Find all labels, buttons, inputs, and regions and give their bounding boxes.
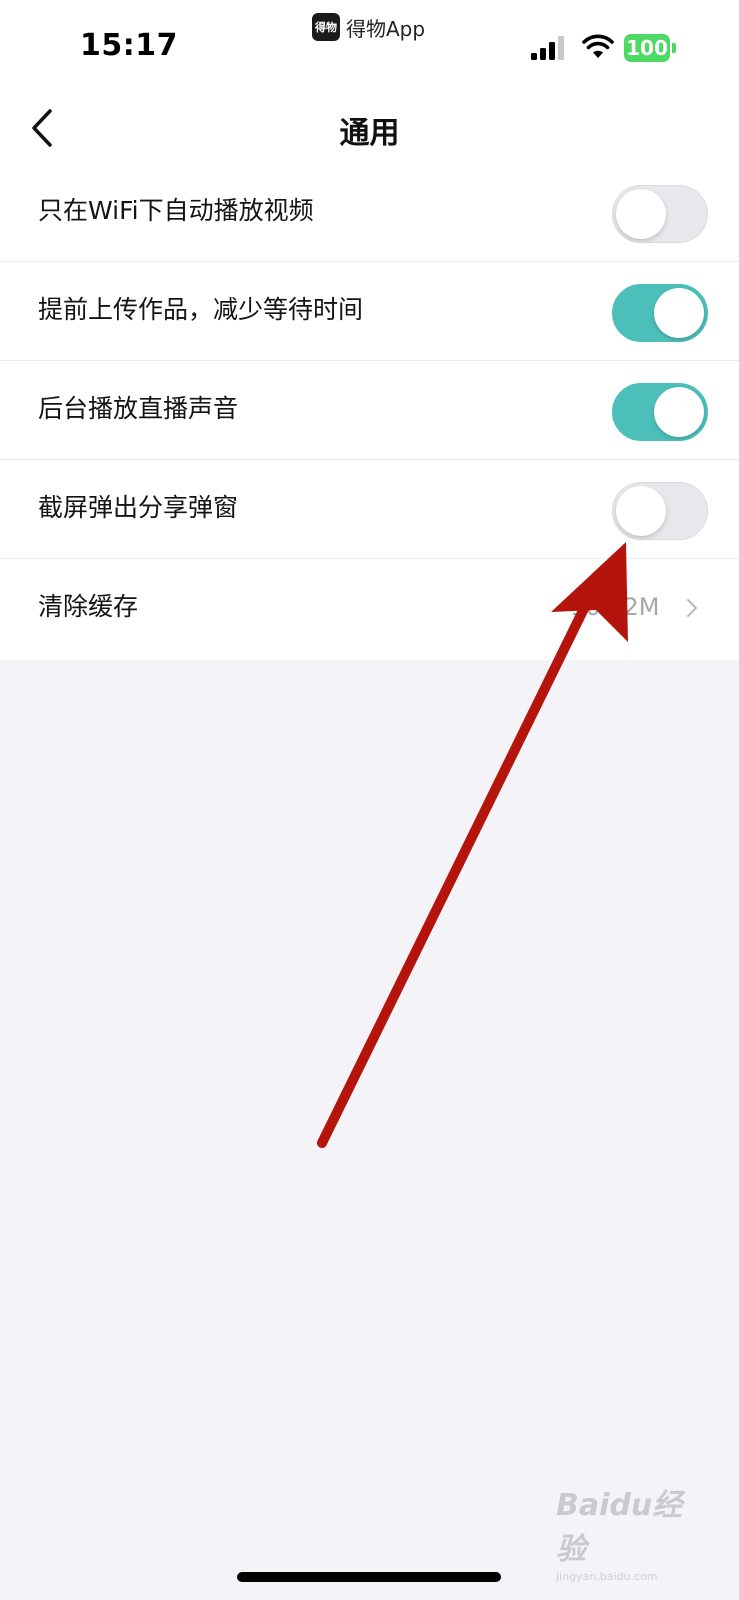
setting-row-pre-upload: 提前上传作品，减少等待时间 [0, 262, 739, 361]
battery-tip [672, 43, 676, 53]
battery-indicator: 100 [624, 34, 678, 62]
toggle-knob [616, 486, 666, 536]
toggle-knob [654, 387, 704, 437]
settings-list: 只在WiFi下自动播放视频 提前上传作品，减少等待时间 后台播放直播声音 截屏弹… [0, 163, 739, 657]
setting-label: 后台播放直播声音 [38, 394, 239, 423]
setting-row-wifi-autoplay: 只在WiFi下自动播放视频 [0, 163, 739, 262]
home-indicator [237, 1572, 501, 1582]
page-title: 通用 [339, 116, 400, 151]
wifi-icon [582, 34, 614, 58]
battery-level: 100 [624, 34, 670, 62]
cache-size-value: 10.12M [570, 593, 660, 621]
watermark-site: jingyan.baidu.com [556, 1570, 658, 1583]
setting-label: 只在WiFi下自动播放视频 [38, 196, 314, 225]
status-time: 15:17 [80, 28, 178, 63]
baidu-watermark: Baidu经验 jingyan.baidu.com [556, 1480, 706, 1583]
pre-upload-toggle[interactable] [612, 284, 708, 342]
setting-row-screenshot-share: 截屏弹出分享弹窗 [0, 460, 739, 559]
wifi-autoplay-toggle[interactable] [612, 185, 708, 243]
screenshot-share-toggle[interactable] [612, 482, 708, 540]
toggle-knob [616, 189, 666, 239]
setting-label: 截屏弹出分享弹窗 [38, 493, 239, 522]
watermark-brand: Baidu经验 [556, 1488, 683, 1567]
content-panel: 15:17 得物 得物App 100 通用 只在WiFi下自动播放视频 提前上传… [0, 0, 739, 660]
app-name: 得物App [346, 16, 426, 41]
setting-row-clear-cache[interactable]: 清除缓存 10.12M [0, 559, 739, 657]
toggle-knob [654, 288, 704, 338]
setting-label: 清除缓存 [38, 592, 139, 621]
app-logo-icon: 得物 [312, 13, 340, 41]
chevron-right-icon [687, 599, 697, 617]
setting-label: 提前上传作品，减少等待时间 [38, 295, 364, 324]
app-badge: 得物 得物App [312, 12, 425, 42]
background-live-audio-toggle[interactable] [612, 383, 708, 441]
setting-row-background-live-audio: 后台播放直播声音 [0, 361, 739, 460]
cellular-signal-icon [531, 36, 564, 60]
settings-screen: 15:17 得物 得物App 100 通用 只在WiFi下自动播放视频 提前上传… [0, 0, 739, 1600]
